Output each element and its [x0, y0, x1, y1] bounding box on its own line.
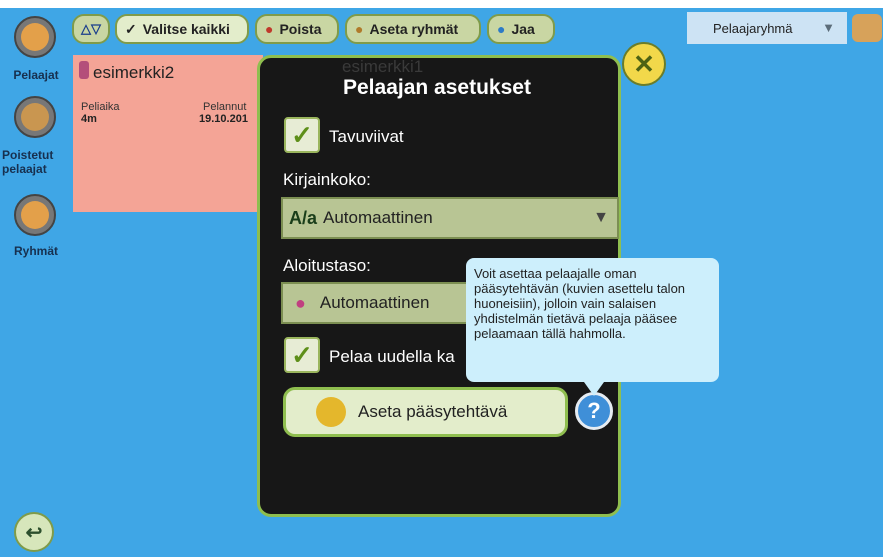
start-level-value: Automaattinen: [319, 293, 430, 312]
played-value: 19.10.201: [199, 113, 248, 125]
font-size-label: Kirjainkoko:: [283, 170, 371, 189]
set-groups-button[interactable]: ● Aseta ryhmät: [345, 14, 481, 44]
play-new-label: Pelaa uudella ka: [329, 347, 455, 366]
background-player-name: esimerkki1: [342, 57, 424, 76]
font-size-icon: A/a: [289, 207, 318, 228]
sidebar-players-button[interactable]: [14, 16, 56, 58]
played-label: Pelannut: [203, 101, 247, 113]
playtime-value: 4m: [81, 113, 97, 125]
font-size-select[interactable]: A/a Automaattinen ▼: [281, 197, 619, 239]
player-group-value: Pelaajaryhmä: [713, 20, 793, 36]
chevron-down-icon: ▼: [593, 209, 609, 226]
question-icon: ?: [587, 398, 601, 423]
delete-icon: ●: [265, 21, 274, 37]
start-level-label: Aloitustaso:: [283, 256, 371, 275]
sidebar-item-groups: Ryhmät: [13, 244, 58, 258]
close-button[interactable]: ✕: [622, 42, 666, 86]
player-name: esimerkki2: [93, 63, 175, 82]
checkmark-icon: ✓: [291, 119, 313, 150]
guidelines-label: Tavuviivat: [329, 127, 404, 146]
dialog-title: Pelaajan asetukset: [343, 76, 531, 99]
delete-button[interactable]: ● Poista: [255, 14, 339, 44]
select-all-button[interactable]: ✓ Valitse kaikki: [115, 14, 249, 44]
group-icon[interactable]: [852, 14, 882, 42]
globe-icon: ●: [497, 21, 506, 37]
sidebar-groups-button[interactable]: [14, 194, 56, 236]
tooltip-text: Voit asettaa pelaajalle oman pääsytehtäv…: [474, 266, 686, 341]
set-groups-label: Aseta ryhmät: [369, 21, 459, 37]
back-button[interactable]: ↩: [14, 512, 54, 552]
select-all-label: Valitse kaikki: [142, 21, 230, 37]
group-icon: ●: [355, 21, 364, 37]
sort-button[interactable]: △▽: [72, 14, 110, 44]
back-arrow-icon: ↩: [25, 521, 43, 544]
sidebar-item-players: Pelaajat: [13, 68, 59, 82]
delete-label: Poista: [279, 21, 322, 37]
play-new-checkbox[interactable]: ✓: [284, 337, 320, 373]
help-button[interactable]: ?: [575, 392, 613, 430]
player-avatar-icon: [21, 23, 49, 51]
sort-arrows-icon: △▽: [81, 21, 101, 36]
lock-icon: [316, 397, 346, 427]
guidelines-checkbox[interactable]: ✓: [284, 117, 320, 153]
set-password-label: Aseta pääsytehtävä: [358, 402, 508, 421]
sidebar-item-deleted: Poistetut pelaajat: [2, 148, 54, 176]
close-icon: ✕: [633, 48, 655, 79]
font-size-value: Automaattinen: [323, 208, 433, 227]
share-button[interactable]: ● Jaa: [487, 14, 555, 44]
chevron-down-icon: ▼: [822, 20, 835, 35]
group-icon: [21, 201, 49, 229]
player-group-select[interactable]: Pelaajaryhmä ▼: [687, 12, 847, 44]
help-tooltip: Voit asettaa pelaajalle oman pääsytehtäv…: [466, 258, 719, 396]
box-icon: [21, 103, 49, 131]
start-level-select[interactable]: ● Automaattinen: [281, 282, 469, 324]
award-ribbon-icon: ●: [295, 292, 306, 313]
set-password-button[interactable]: Aseta pääsytehtävä: [283, 387, 568, 437]
share-label: Jaa: [511, 21, 535, 37]
checkmark-icon: ✓: [125, 20, 137, 37]
top-edge-strip: [0, 0, 883, 8]
sidebar-deleted-button[interactable]: [14, 96, 56, 138]
player-avatar-icon: [79, 61, 89, 79]
playtime-label: Peliaika: [81, 101, 120, 113]
checkmark-icon: ✓: [291, 339, 313, 370]
player-card[interactable]: esimerkki2 Peliaika 4m Pelannut 19.10.20…: [73, 55, 263, 212]
